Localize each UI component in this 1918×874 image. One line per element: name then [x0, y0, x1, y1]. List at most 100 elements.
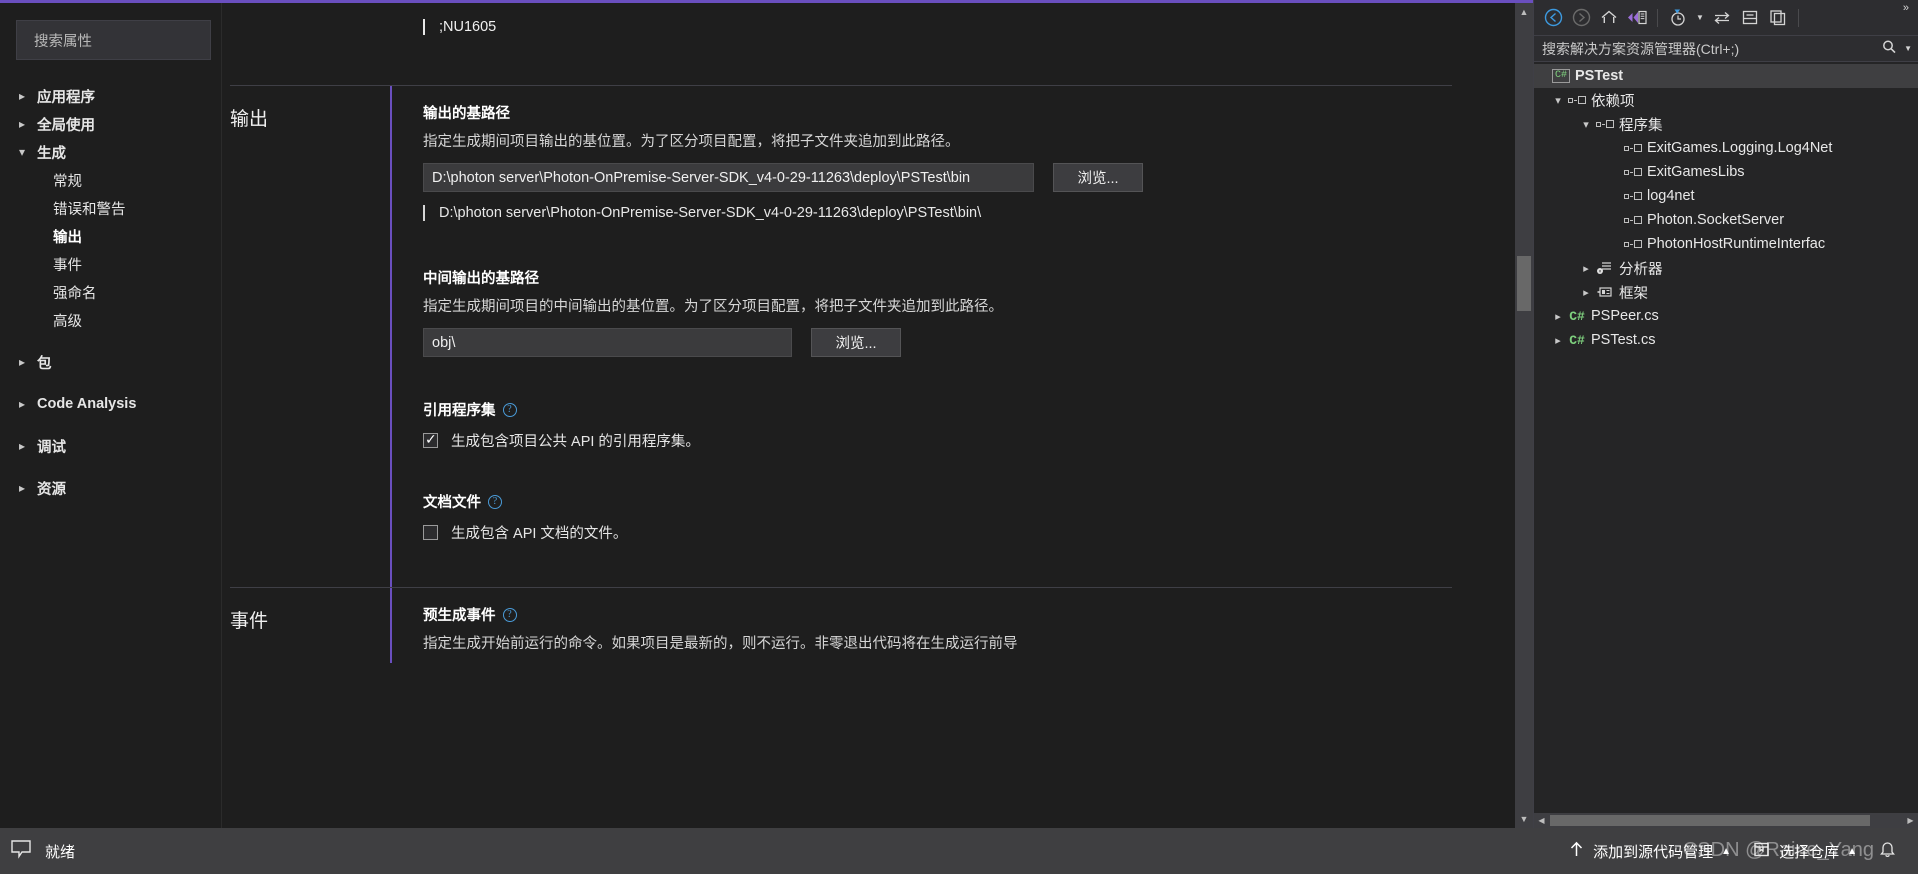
solution-item-photon-socketserver[interactable]: Photon.SocketServer: [1534, 208, 1918, 232]
chevron-down-icon[interactable]: ▾: [1550, 94, 1566, 107]
chevron-right-icon[interactable]: [14, 118, 30, 130]
sidebar-item-general[interactable]: 常规: [0, 166, 221, 194]
sidebar-item-build[interactable]: 生成: [0, 138, 221, 166]
chevron-up-icon[interactable]: ▲: [1847, 846, 1857, 857]
sidebar-item-global-usings[interactable]: 全局使用: [0, 110, 221, 138]
events-section-body: 预生成事件 ? 指定生成开始前运行的命令。如果项目是最新的，则不运行。非零退出代…: [390, 588, 1515, 663]
sidebar-item-debug[interactable]: 调试: [0, 432, 221, 460]
chevron-down-icon[interactable]: ▼: [1693, 5, 1707, 31]
solution-item-pstest-project[interactable]: C# PSTest: [1534, 64, 1918, 88]
repository-icon: [1752, 840, 1771, 863]
base-output-path-description: 指定生成期间项目输出的基位置。为了区分项目配置，将把子文件夹追加到此路径。: [423, 134, 960, 150]
add-to-source-control-button[interactable]: 添加到源代码管理 ▲: [1563, 840, 1736, 863]
solution-item-assemblies[interactable]: ▾ 程序集: [1534, 112, 1918, 136]
bell-icon: [1878, 839, 1897, 863]
solution-item-exitgames-logging-log4net[interactable]: ExitGames.Logging.Log4Net: [1534, 136, 1918, 160]
assembly-icon: [1622, 192, 1644, 200]
intermediate-output-path-input[interactable]: obj\: [423, 328, 792, 357]
sync-with-active-document-icon[interactable]: [1709, 5, 1735, 31]
solution-item-pspeer-cs[interactable]: ▸ C# PSPeer.cs: [1534, 304, 1918, 328]
search-icon[interactable]: [1881, 39, 1899, 58]
chevron-right-icon[interactable]: ▸: [1578, 286, 1594, 299]
intermediate-output-path-browse-button[interactable]: 浏览...: [811, 328, 901, 357]
assembly-icon: [1622, 216, 1644, 224]
back-arrow-icon[interactable]: [1540, 5, 1566, 31]
collapse-all-icon[interactable]: [1737, 5, 1763, 31]
chevron-right-icon[interactable]: ▸: [1578, 262, 1594, 275]
documentation-file-check-row[interactable]: 生成包含 API 文档的文件。: [423, 522, 1515, 543]
properties-vertical-scrollbar[interactable]: ▲ ▼: [1515, 3, 1533, 828]
solution-item-dependencies[interactable]: ▾ 依赖项: [1534, 88, 1918, 112]
show-all-files-icon[interactable]: [1765, 5, 1791, 31]
solution-item-frameworks[interactable]: ▸ 框架: [1534, 280, 1918, 304]
sidebar-item-application[interactable]: 应用程序: [0, 82, 221, 110]
sidebar-item-events[interactable]: 事件: [0, 250, 221, 278]
horizontal-scrollbar-thumb[interactable]: [1550, 815, 1870, 826]
dependencies-icon: [1566, 96, 1588, 104]
chevron-down-icon[interactable]: [14, 146, 30, 158]
sidebar-item-label: 高级: [53, 313, 82, 330]
chevron-down-icon[interactable]: ▼: [1904, 44, 1912, 53]
chevron-down-icon[interactable]: ▾: [1578, 118, 1594, 131]
help-icon[interactable]: ?: [502, 402, 517, 417]
sidebar-item-code-analysis[interactable]: Code Analysis: [0, 390, 221, 418]
solution-item-photonhostruntimeinterfaces[interactable]: PhotonHostRuntimeInterfac: [1534, 232, 1918, 256]
chevron-up-icon[interactable]: ▲: [1721, 846, 1731, 857]
search-properties-input[interactable]: 搜索属性: [16, 20, 211, 60]
scroll-up-arrow-icon[interactable]: ▲: [1515, 3, 1533, 21]
solution-item-analyzers[interactable]: ▸ 分析器: [1534, 256, 1918, 280]
home-icon[interactable]: [1596, 5, 1622, 31]
solution-explorer-search-input[interactable]: 搜索解决方案资源管理器(Ctrl+;) ▼: [1534, 35, 1918, 62]
documentation-file-group: 文档文件 ? 生成包含 API 文档的文件。: [423, 491, 1515, 543]
intermediate-output-path-description: 指定生成期间项目的中间输出的基位置。为了区分项目配置，将把子文件夹追加到此路径。: [423, 299, 1003, 315]
help-icon[interactable]: ?: [502, 607, 517, 622]
chevron-right-icon[interactable]: [14, 356, 30, 368]
nowarn-body: ;NU1605: [390, 3, 1515, 45]
scroll-left-arrow-icon[interactable]: ◀: [1534, 816, 1549, 825]
chevron-right-icon[interactable]: ▸: [1550, 310, 1566, 323]
chevron-right-icon[interactable]: [14, 90, 30, 102]
reference-assemblies-check-row[interactable]: 生成包含项目公共 API 的引用程序集。: [423, 430, 1515, 451]
visual-studio-icon[interactable]: [1624, 5, 1650, 31]
nowarn-value: ;NU1605: [423, 19, 1515, 35]
sidebar-item-resources[interactable]: 资源: [0, 474, 221, 502]
chevron-right-icon[interactable]: [14, 440, 30, 452]
documentation-file-checkbox[interactable]: [423, 525, 438, 540]
base-output-path-label: 输出的基路径: [423, 106, 510, 122]
toolbar-overflow-icon[interactable]: »: [1903, 2, 1910, 14]
sidebar-item-label: 应用程序: [37, 89, 95, 106]
solution-explorer-horizontal-scrollbar[interactable]: ◀ ▶: [1534, 813, 1918, 828]
sidebar-item-strong-naming[interactable]: 强命名: [0, 278, 221, 306]
toolbar-divider: [1798, 8, 1799, 27]
forward-arrow-icon[interactable]: [1568, 5, 1594, 31]
framework-icon: [1594, 285, 1616, 299]
status-flag-icon: [10, 839, 32, 863]
sidebar-item-label: 错误和警告: [53, 201, 126, 218]
solution-item-pstest-cs[interactable]: ▸ C# PSTest.cs: [1534, 328, 1918, 352]
base-output-path-browse-button[interactable]: 浏览...: [1053, 163, 1143, 192]
reference-assemblies-checkbox[interactable]: [423, 431, 438, 448]
base-output-path-input[interactable]: D:\photon server\Photon-OnPremise-Server…: [423, 163, 1034, 192]
pending-changes-clock-icon[interactable]: [1665, 5, 1691, 31]
sidebar-item-label: 常规: [53, 173, 82, 190]
select-repository-button[interactable]: 选择仓库 ▲: [1747, 840, 1862, 863]
sidebar-item-package[interactable]: 包: [0, 348, 221, 376]
chevron-right-icon[interactable]: ▸: [1550, 334, 1566, 347]
solution-item-exitgameslibs[interactable]: ExitGamesLibs: [1534, 160, 1918, 184]
scroll-down-arrow-icon[interactable]: ▼: [1515, 810, 1533, 828]
sidebar-item-output[interactable]: 输出: [0, 222, 221, 250]
sidebar-item-advanced[interactable]: 高级: [0, 306, 221, 334]
scroll-right-arrow-icon[interactable]: ▶: [1903, 816, 1918, 825]
scrollbar-thumb[interactable]: [1517, 256, 1531, 311]
chevron-right-icon[interactable]: [14, 482, 30, 494]
intermediate-output-path-row: obj\ 浏览...: [423, 328, 1515, 357]
solution-item-label: PSPeer.cs: [1591, 308, 1659, 324]
notifications-button[interactable]: [1873, 839, 1902, 863]
base-output-path-title: 输出的基路径: [423, 102, 1515, 123]
chevron-right-icon[interactable]: [14, 398, 30, 410]
nowarn-partial-row: ;NU1605: [222, 3, 1515, 45]
solution-item-log4net[interactable]: log4net: [1534, 184, 1918, 208]
sidebar-item-errors-warnings[interactable]: 错误和警告: [0, 194, 221, 222]
help-icon[interactable]: ?: [488, 494, 502, 509]
